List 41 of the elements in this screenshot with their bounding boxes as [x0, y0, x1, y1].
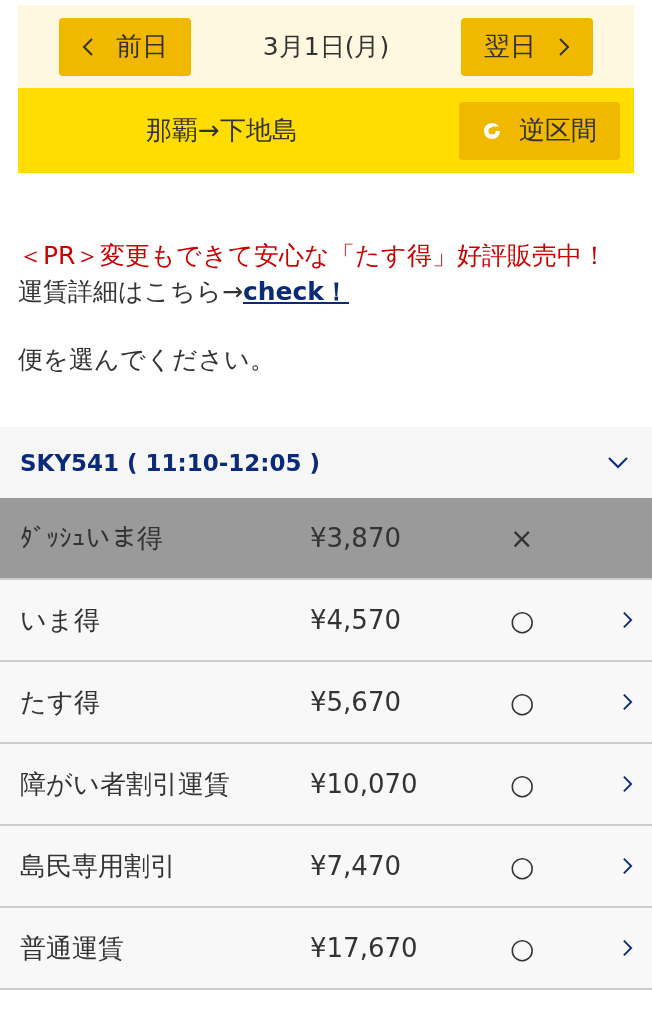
availability-mark: ○ — [510, 767, 536, 801]
fare-row[interactable]: いま得 ¥4,570 ○ — [0, 580, 652, 662]
fare-row[interactable]: 島民専用割引 ¥7,470 ○ — [0, 826, 652, 908]
availability-mark: ○ — [510, 603, 536, 637]
fare-price: ¥3,870 — [310, 523, 402, 553]
promo-text: ＜PR＞変更もできて安心な「たす得」好評販売中！ — [18, 240, 609, 272]
availability-mark: ○ — [510, 685, 536, 719]
fare-name: ﾀﾞｯｼｭいま得 — [20, 521, 164, 555]
availability-mark: ○ — [510, 849, 536, 883]
availability-mark: × — [510, 521, 535, 555]
fare-price: ¥5,670 — [310, 687, 402, 717]
fare-name: いま得 — [20, 603, 101, 637]
chevron-right-icon — [622, 856, 633, 876]
fare-row[interactable]: 障がい者割引運賃 ¥10,070 ○ — [0, 744, 652, 826]
fare-price: ¥7,470 — [310, 851, 402, 881]
fare-price: ¥4,570 — [310, 605, 402, 635]
fare-row[interactable]: 普通運賃 ¥17,670 ○ — [0, 908, 652, 990]
fare-name: 島民専用割引 — [20, 849, 177, 883]
chevron-right-icon — [558, 36, 570, 57]
chevron-right-icon — [622, 774, 633, 794]
check-link[interactable]: check！ — [242, 277, 349, 306]
reverse-route-button[interactable]: 逆区間 — [459, 101, 620, 160]
instruction-text: 便を選んでください。 — [18, 344, 276, 376]
fare-row[interactable]: たす得 ¥5,670 ○ — [0, 662, 652, 744]
fare-detail-text: 運賃詳細はこちら→ — [18, 277, 243, 306]
flight-header[interactable]: SKY541 ( 11:10-12:05 ) — [0, 427, 652, 498]
fare-price: ¥10,070 — [310, 769, 419, 799]
chevron-left-icon — [82, 36, 94, 57]
fare-price: ¥17,670 — [310, 933, 419, 963]
fare-name: 障がい者割引運賃 — [20, 767, 231, 801]
chevron-right-icon — [622, 692, 633, 712]
previous-day-button[interactable]: 前日 — [59, 17, 191, 76]
fare-name: 普通運賃 — [20, 931, 125, 965]
chevron-right-icon — [622, 610, 633, 630]
fare-name: たす得 — [20, 685, 101, 719]
availability-mark: ○ — [510, 931, 536, 965]
next-day-button[interactable]: 翌日 — [461, 17, 593, 76]
date-label: 3月1日(月) — [262, 31, 390, 63]
reload-icon — [482, 121, 501, 140]
chevron-right-icon — [622, 938, 633, 958]
route-label: 那覇→下地島 — [146, 114, 298, 147]
